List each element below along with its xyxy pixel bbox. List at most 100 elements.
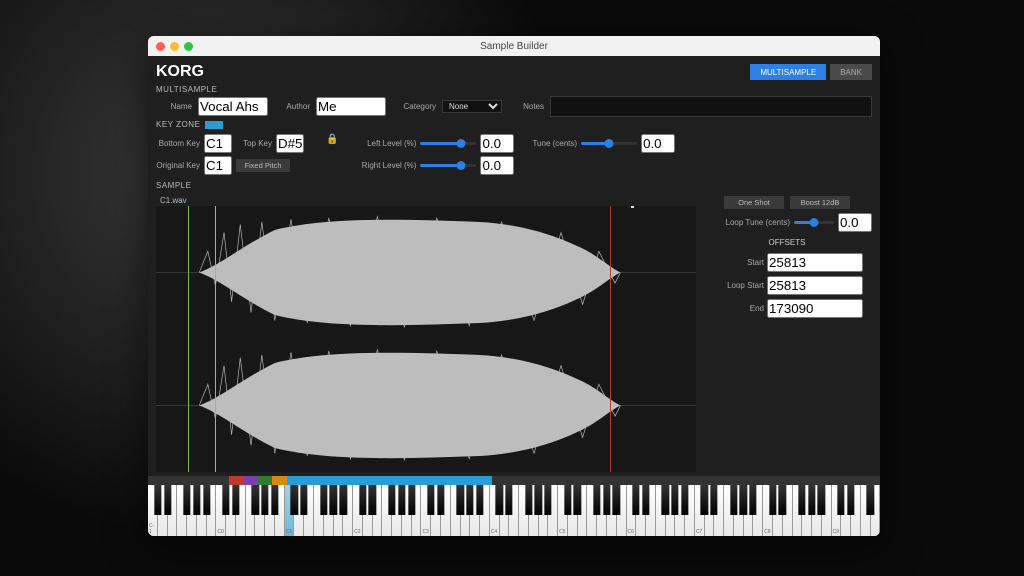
black-key[interactable] — [369, 485, 376, 515]
black-key[interactable] — [769, 485, 776, 515]
black-key[interactable] — [164, 485, 171, 515]
black-key[interactable] — [808, 485, 815, 515]
key-label: C7 — [696, 529, 702, 535]
black-key[interactable] — [710, 485, 717, 515]
lock-icon[interactable]: 🔒 — [322, 134, 342, 145]
black-key[interactable] — [183, 485, 190, 515]
black-key[interactable] — [798, 485, 805, 515]
black-key[interactable] — [525, 485, 532, 515]
black-key[interactable] — [505, 485, 512, 515]
playhead-icon[interactable] — [631, 206, 634, 208]
fixed-pitch-button[interactable]: Fixed Pitch — [236, 159, 290, 172]
topbar: KORG MULTISAMPLE BANK — [156, 62, 872, 82]
black-key[interactable] — [662, 485, 669, 515]
black-key[interactable] — [671, 485, 678, 515]
name-field[interactable] — [198, 97, 268, 116]
end-label: End — [728, 304, 764, 313]
black-key[interactable] — [749, 485, 756, 515]
bottom-key-label: Bottom Key — [156, 139, 200, 148]
black-key[interactable] — [340, 485, 347, 515]
black-key[interactable] — [730, 485, 737, 515]
end-marker[interactable] — [610, 206, 611, 472]
black-key[interactable] — [359, 485, 366, 515]
black-key[interactable] — [740, 485, 747, 515]
black-key[interactable] — [603, 485, 610, 515]
tune-field[interactable] — [641, 134, 675, 153]
waveform-display[interactable] — [156, 206, 696, 472]
loop-start-field[interactable] — [767, 276, 863, 295]
right-level-field[interactable] — [480, 156, 514, 175]
key-label: C-1 — [149, 523, 157, 535]
key-label: C0 — [217, 529, 223, 535]
black-key[interactable] — [632, 485, 639, 515]
black-key[interactable] — [466, 485, 473, 515]
black-key[interactable] — [613, 485, 620, 515]
black-key[interactable] — [496, 485, 503, 515]
tune-slider[interactable] — [581, 142, 637, 145]
black-key[interactable] — [847, 485, 854, 515]
titlebar: Sample Builder — [148, 36, 880, 56]
loop-start-marker[interactable] — [215, 206, 216, 472]
tab-bank[interactable]: BANK — [830, 64, 872, 80]
tune-label: Tune (cents) — [532, 139, 577, 148]
bottom-key-field[interactable] — [204, 134, 232, 153]
one-shot-button[interactable]: One Shot — [724, 196, 784, 209]
tab-multisample[interactable]: MULTISAMPLE — [750, 64, 826, 80]
black-key[interactable] — [535, 485, 542, 515]
black-key[interactable] — [301, 485, 308, 515]
top-key-field[interactable] — [276, 134, 304, 153]
black-key[interactable] — [291, 485, 298, 515]
black-key[interactable] — [193, 485, 200, 515]
black-key[interactable] — [222, 485, 229, 515]
loop-tune-label: Loop Tune (cents) — [726, 218, 790, 227]
loop-tune-field[interactable] — [838, 213, 872, 232]
black-key[interactable] — [642, 485, 649, 515]
keyzone-color-icon[interactable] — [205, 121, 223, 129]
black-key[interactable] — [437, 485, 444, 515]
end-field[interactable] — [767, 299, 863, 318]
piano-keyboard[interactable]: C-1C0C1C2C3C4C5C6C7C8C9 — [148, 485, 880, 536]
boost-button[interactable]: Boost 12dB — [790, 196, 850, 209]
black-key[interactable] — [476, 485, 483, 515]
black-key[interactable] — [154, 485, 161, 515]
notes-field[interactable] — [550, 96, 872, 117]
category-select[interactable]: None — [442, 100, 502, 113]
black-key[interactable] — [252, 485, 259, 515]
left-level-slider[interactable] — [420, 142, 476, 145]
black-key[interactable] — [593, 485, 600, 515]
original-key-field[interactable] — [204, 156, 232, 175]
black-key[interactable] — [867, 485, 874, 515]
start-field[interactable] — [767, 253, 863, 272]
black-key[interactable] — [779, 485, 786, 515]
black-key[interactable] — [427, 485, 434, 515]
zone-strip[interactable] — [148, 476, 880, 485]
black-key[interactable] — [320, 485, 327, 515]
black-key[interactable] — [408, 485, 415, 515]
loop-tune-slider[interactable] — [794, 221, 834, 224]
black-key[interactable] — [564, 485, 571, 515]
black-key[interactable] — [681, 485, 688, 515]
key-label: C8 — [764, 529, 770, 535]
left-level-field[interactable] — [480, 134, 514, 153]
author-field[interactable] — [316, 97, 386, 116]
black-key[interactable] — [837, 485, 844, 515]
right-level-slider[interactable] — [420, 164, 476, 167]
black-key[interactable] — [261, 485, 268, 515]
start-marker[interactable] — [188, 206, 189, 472]
logo: KORG — [156, 63, 204, 81]
offsets-heading: OFFSETS — [702, 236, 872, 249]
black-key[interactable] — [574, 485, 581, 515]
top-key-label: Top Key — [236, 139, 272, 148]
black-key[interactable] — [701, 485, 708, 515]
black-key[interactable] — [388, 485, 395, 515]
black-key[interactable] — [457, 485, 464, 515]
black-key[interactable] — [545, 485, 552, 515]
key-label: C4 — [491, 529, 497, 535]
black-key[interactable] — [203, 485, 210, 515]
key-label: C6 — [628, 529, 634, 535]
black-key[interactable] — [818, 485, 825, 515]
black-key[interactable] — [398, 485, 405, 515]
black-key[interactable] — [271, 485, 278, 515]
black-key[interactable] — [330, 485, 337, 515]
black-key[interactable] — [232, 485, 239, 515]
